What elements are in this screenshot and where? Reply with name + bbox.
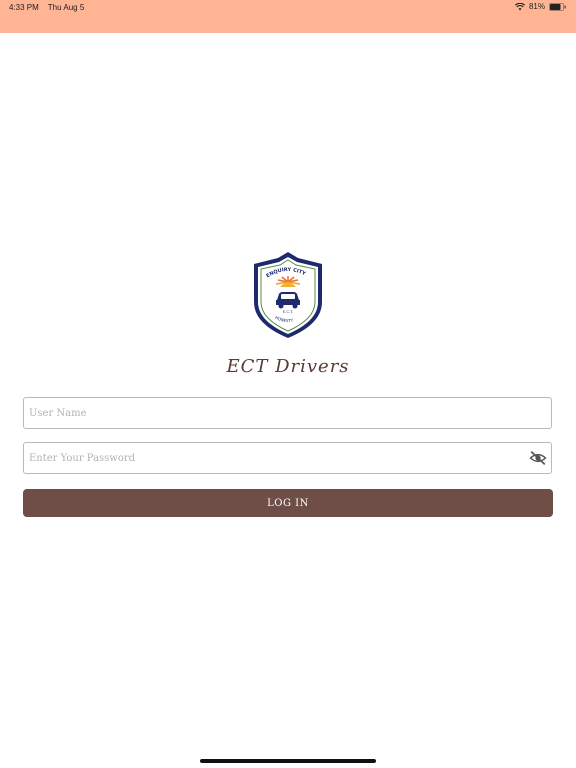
username-input[interactable] [24, 398, 551, 428]
wifi-icon [514, 2, 525, 10]
password-field-wrapper [23, 442, 552, 474]
battery-icon [549, 2, 566, 11]
battery-percent: 81% [528, 2, 545, 11]
login-button[interactable]: LOG IN [23, 489, 553, 517]
logo-center-text: E.C.T. [283, 309, 294, 314]
status-bar: 4:33 PM Thu Aug 5 81% [0, 0, 576, 33]
password-input[interactable] [24, 443, 551, 473]
status-right: 81% [514, 2, 566, 11]
status-left: 4:33 PM Thu Aug 5 [9, 3, 84, 12]
home-indicator [200, 759, 376, 763]
username-field-wrapper [23, 397, 552, 429]
status-date: Thu Aug 5 [47, 3, 85, 12]
app-title: ECT Drivers [226, 356, 350, 377]
status-time: 4:33 PM [9, 3, 39, 12]
app-logo: ENQUIRY CITY E.C.T. HONESTY [254, 252, 322, 338]
eye-slash-icon[interactable] [529, 450, 547, 466]
